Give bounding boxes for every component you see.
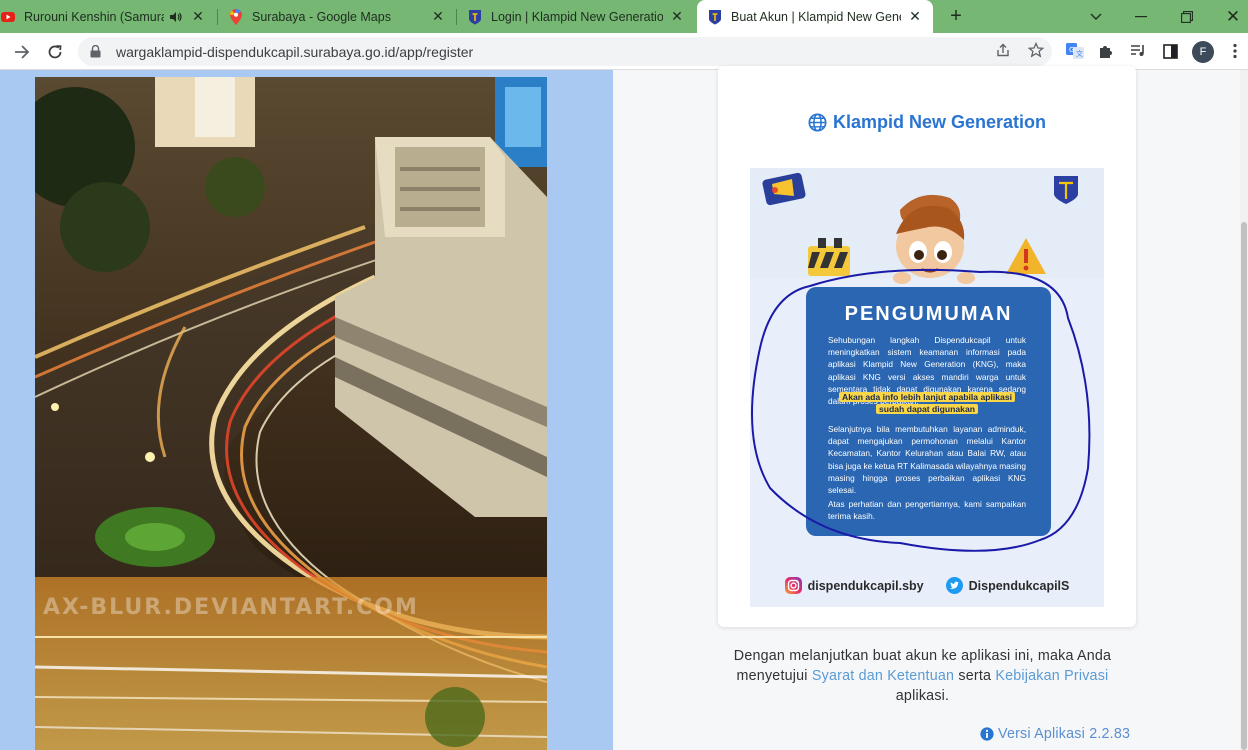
left-image-panel: AX-BLUR.DEVIANTART.COM xyxy=(0,70,613,750)
side-panel-icon[interactable] xyxy=(1157,38,1183,64)
tab-rurouni-kenshin[interactable]: Rurouni Kenshin (Samurai X) ✕ xyxy=(0,0,216,33)
announcement-title: PENGUMUMAN xyxy=(844,303,1013,325)
brand-name: Klampid New Generation xyxy=(832,112,1047,132)
minimize-icon xyxy=(1135,15,1147,17)
version-text: Versi Aplikasi 2.2.83 xyxy=(998,726,1131,742)
announcement-paragraph-2: Selanjutnya bila membutuhkan layanan adm… xyxy=(828,424,1027,496)
twitter-handle: DispendukcapilS xyxy=(945,577,1070,594)
speaker-icon[interactable] xyxy=(168,9,184,25)
info-icon xyxy=(980,727,994,741)
svg-text:文: 文 xyxy=(1076,49,1083,58)
tab-title: Buat Akun | Klampid New Generation xyxy=(731,9,901,24)
twitter-icon xyxy=(945,577,963,594)
announcement-poster: PENGUMUMAN Sehubungan langkah Dispendukc… xyxy=(750,168,1104,607)
instagram-icon xyxy=(784,577,802,594)
address-bar[interactable]: wargaklampid-dispendukcapil.surabaya.go.… xyxy=(78,37,1052,66)
tab-buat-akun-klampid[interactable]: Buat Akun | Klampid New Generation ✕ xyxy=(697,0,933,33)
close-tab-icon[interactable]: ✕ xyxy=(430,8,446,25)
arrow-right-icon xyxy=(15,45,30,59)
tab-strip: Rurouni Kenshin (Samurai X) ✕ Surabaya -… xyxy=(0,0,1248,33)
url-text: wargaklampid-dispendukcapil.surabaya.go.… xyxy=(116,43,474,60)
minimize-button[interactable] xyxy=(1118,0,1164,33)
scrollbar-thumb[interactable] xyxy=(1241,222,1247,750)
chevron-down-icon xyxy=(1090,13,1102,20)
bookmark-star-icon[interactable] xyxy=(1027,41,1045,62)
register-card: Klampid New Generation PENGUMUMAN Sehubu… xyxy=(718,66,1136,627)
page-scrollbar[interactable] xyxy=(1240,70,1248,750)
surabaya-emblem-icon xyxy=(707,9,723,25)
terms-link[interactable]: Syarat dan Ketentuan xyxy=(812,668,954,684)
globe-icon xyxy=(808,113,827,132)
photo-watermark: AX-BLUR.DEVIANTART.COM xyxy=(43,595,419,620)
consent-text-post: aplikasi. xyxy=(895,688,950,704)
profile-avatar[interactable]: F xyxy=(1192,41,1214,63)
surabaya-emblem-icon xyxy=(467,9,483,25)
close-tab-icon[interactable]: ✕ xyxy=(907,8,923,25)
twitter-text: DispendukcapilS xyxy=(968,578,1070,593)
close-window-button[interactable]: ✕ xyxy=(1210,0,1248,33)
page-content: AX-BLUR.DEVIANTART.COM Klampid New Gener… xyxy=(0,66,1248,750)
google-translate-icon[interactable]: G文 xyxy=(1062,38,1088,64)
close-tab-icon[interactable]: ✕ xyxy=(669,8,685,25)
reload-icon xyxy=(48,45,62,59)
svg-text:G: G xyxy=(1069,46,1074,54)
new-tab-button[interactable]: + xyxy=(944,4,968,28)
announcement-paragraph-3: Atas perhatian dan pengertiannya, kami s… xyxy=(828,499,1026,522)
highlight-line-1: Akan ada info lebih lanjut apabila aplik… xyxy=(838,392,1015,402)
privacy-link[interactable]: Kebijakan Privasi xyxy=(995,668,1108,684)
tab-google-maps[interactable]: Surabaya - Google Maps ✕ xyxy=(218,0,456,33)
instagram-handle: dispendukcapil.sby xyxy=(784,577,924,594)
extensions-puzzle-icon[interactable] xyxy=(1093,38,1119,64)
tab-title: Surabaya - Google Maps xyxy=(252,9,391,24)
browser-toolbar: wargaklampid-dispendukcapil.surabaya.go.… xyxy=(0,33,1248,70)
reload-button[interactable] xyxy=(41,38,69,66)
lock-icon[interactable] xyxy=(90,45,106,58)
tab-title: Login | Klampid New Generation xyxy=(491,9,663,24)
terms-consent-text: Dengan melanjutkan buat akun ke aplikasi… xyxy=(718,646,1127,706)
forward-button[interactable] xyxy=(8,38,36,66)
announcement-panel: PENGUMUMAN Sehubungan langkah Dispendukc… xyxy=(806,287,1051,536)
youtube-icon xyxy=(0,9,16,25)
announcement-highlight: Akan ada info lebih lanjut apabila aplik… xyxy=(828,391,1026,415)
restore-icon xyxy=(1181,10,1193,23)
google-maps-icon xyxy=(228,8,244,25)
share-icon[interactable] xyxy=(996,43,1012,61)
tab-title: Rurouni Kenshin (Samurai X) xyxy=(24,9,164,24)
tab-search-button[interactable] xyxy=(1073,0,1119,33)
highlight-line-2: sudah dapat digunakan xyxy=(876,404,978,414)
kebab-menu-icon[interactable] xyxy=(1222,38,1248,64)
media-control-icon[interactable] xyxy=(1125,38,1151,64)
brand-heading: Klampid New Generation xyxy=(718,112,1136,133)
city-night-illustration xyxy=(35,77,547,750)
city-night-photo: AX-BLUR.DEVIANTART.COM xyxy=(35,77,547,750)
restore-button[interactable] xyxy=(1164,0,1210,33)
tab-login-klampid[interactable]: Login | Klampid New Generation ✕ xyxy=(457,0,695,33)
app-version[interactable]: Versi Aplikasi 2.2.83 xyxy=(980,726,1130,742)
social-handles: dispendukcapil.sby DispendukcapilS xyxy=(750,577,1104,594)
consent-conjunction: serta xyxy=(958,668,992,684)
close-tab-icon[interactable]: ✕ xyxy=(190,8,206,25)
instagram-text: dispendukcapil.sby xyxy=(807,578,924,593)
